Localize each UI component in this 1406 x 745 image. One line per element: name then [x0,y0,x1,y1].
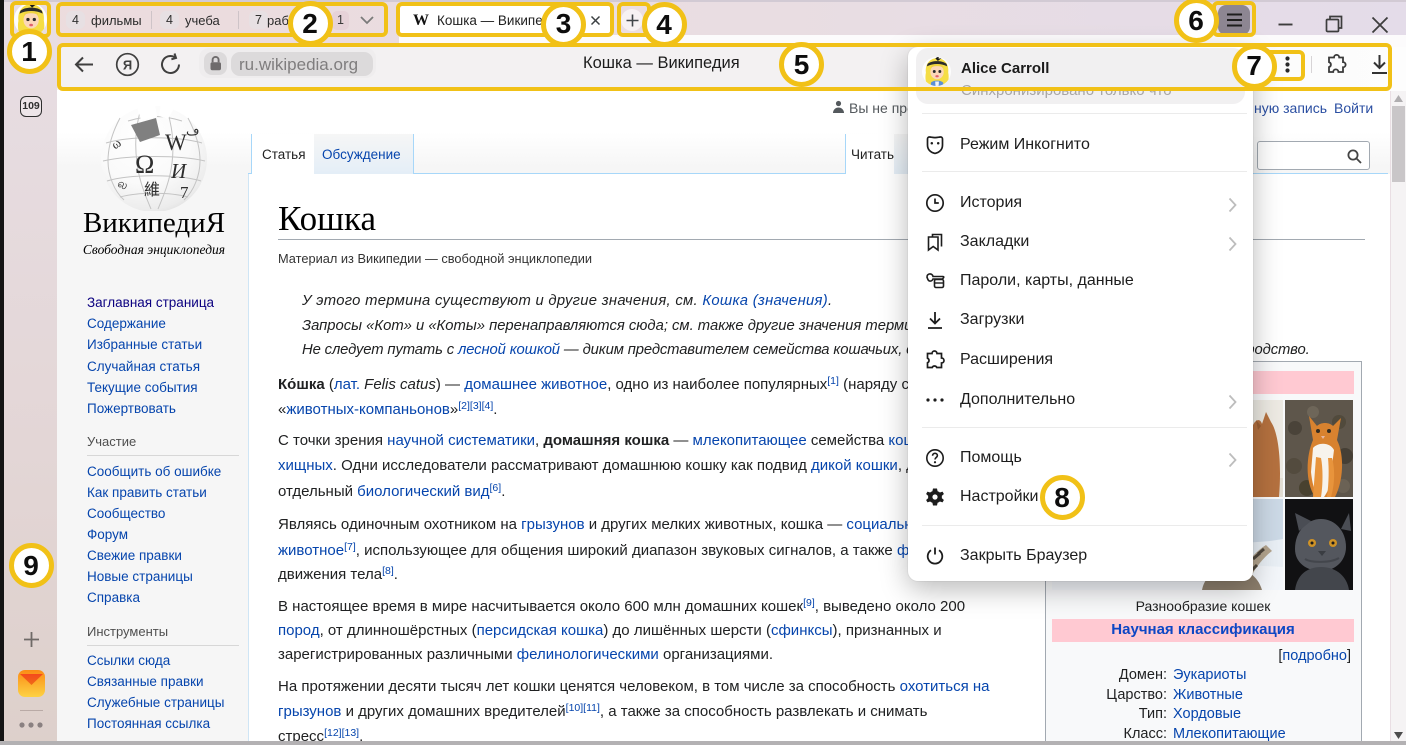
svg-text:Ω: Ω [135,150,154,179]
svg-text:7: 7 [180,183,189,202]
svg-text:ڡ: ڡ [186,123,199,138]
svg-text:維: 維 [144,181,160,199]
svg-text:W: W [165,130,187,155]
svg-text:И: И [170,159,188,183]
